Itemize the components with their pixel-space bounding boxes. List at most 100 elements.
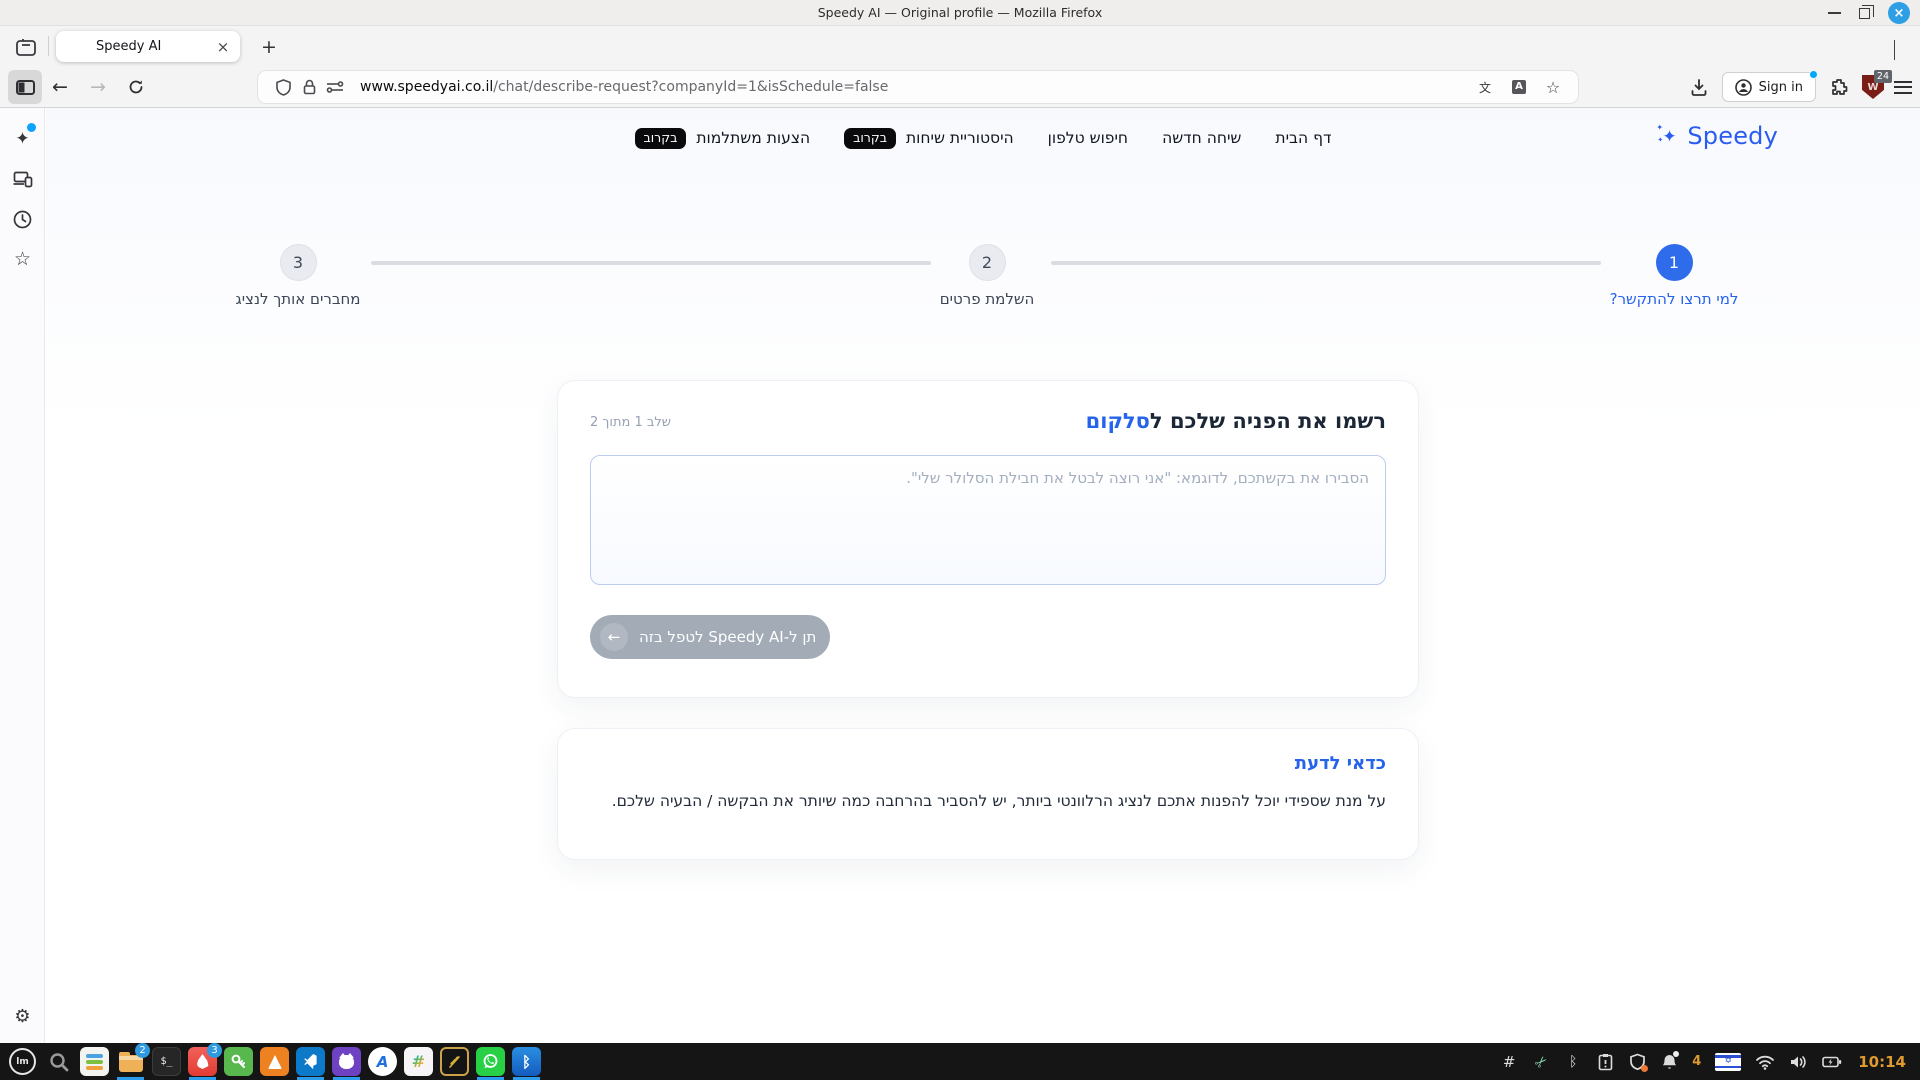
volume-button[interactable] <box>1789 1050 1808 1074</box>
terminal-button[interactable]: $_ <box>152 1047 181 1076</box>
nav-item-phone-search[interactable]: חיפוש טלפון <box>1048 128 1128 149</box>
a-tool-button[interactable]: A <box>368 1047 397 1076</box>
logo-sparkles-icon: ✦ ✦ ✦ <box>1656 123 1682 149</box>
sidebar-toggle-button[interactable] <box>8 70 42 104</box>
submit-row: תן ל-Speedy AI לטפל בזה ← <box>590 615 1386 659</box>
bluetooth-app-button[interactable]: ᛒ <box>512 1047 541 1076</box>
vscode-icon <box>303 1054 319 1070</box>
vlc-cone-icon <box>268 1055 282 1069</box>
slack-tray-icon: # <box>1503 1053 1516 1071</box>
flame-icon <box>197 1054 209 1069</box>
tab-bar: Speedy AI × + <box>0 26 1920 66</box>
vlc-button[interactable] <box>260 1047 289 1076</box>
tracking-protection-shield-icon[interactable] <box>270 74 296 100</box>
info-card: כדאי לדעת על מנת שספידי יוכל להפנות אתכם… <box>557 728 1419 860</box>
notification-count: 4 <box>1692 1054 1701 1069</box>
translate-page-icon[interactable]: A <box>1506 74 1532 100</box>
page-content: ✦ ✦ ✦ Speedy דף הבית שיחה חדשה חיפוש טלפ… <box>46 108 1920 1043</box>
whatsapp-button[interactable] <box>476 1047 505 1076</box>
close-button[interactable]: × <box>1888 2 1910 24</box>
adblock-extension-button[interactable]: W 24 <box>1862 75 1884 99</box>
gear-icon: ⚙ <box>14 1006 30 1027</box>
scissors-icon: ✂ <box>1530 1051 1552 1073</box>
battery-button[interactable] <box>1822 1050 1842 1074</box>
sidebar-settings-button[interactable]: ⚙ <box>0 999 45 1033</box>
search-icon <box>49 1052 69 1072</box>
vscode-button[interactable] <box>296 1047 325 1076</box>
translate-icon[interactable]: 文 <box>1472 74 1498 100</box>
bookmarks-sidebar-button[interactable]: ☆ <box>0 242 45 276</box>
new-tab-button[interactable]: + <box>256 35 282 59</box>
step-number: 3 <box>280 244 317 281</box>
start-menu-button[interactable]: lm <box>8 1047 37 1076</box>
devices-icon <box>13 171 33 188</box>
step-2-complete-details: 2 השלמת פרטים <box>857 244 1117 308</box>
stepper-connector <box>371 261 931 265</box>
minimize-button[interactable] <box>1828 12 1841 14</box>
tab-speedy-ai[interactable]: Speedy AI × <box>56 31 240 62</box>
url-text[interactable]: www.speedyai.co.il/chat/describe-request… <box>360 79 1472 95</box>
url-bar[interactable]: www.speedyai.co.il/chat/describe-request… <box>258 71 1578 103</box>
firefox-view-button[interactable] <box>10 35 42 59</box>
restore-button[interactable] <box>1859 8 1870 19</box>
security-shield-button[interactable] <box>1628 1050 1646 1074</box>
bluetooth-tray-button[interactable]: ᛒ <box>1564 1050 1582 1074</box>
flame-app-button[interactable]: 3 <box>188 1047 217 1076</box>
flag-star-icon: ✡ <box>1724 1057 1732 1066</box>
clipboard-alert-button[interactable] <box>1596 1050 1614 1074</box>
taskbar: lm 2 $_ 3 <box>0 1043 1920 1080</box>
back-button[interactable]: ← <box>44 70 76 104</box>
browser-toolbar: ← → www.speedyai.co.il/chat/describe-req… <box>0 66 1920 108</box>
tab-divider <box>48 36 49 56</box>
wifi-button[interactable] <box>1755 1050 1775 1074</box>
firefox-sidebar: ✦ ☆ ⚙ <box>0 108 45 1043</box>
wheat-game-button[interactable] <box>440 1047 469 1076</box>
key-icon <box>230 1053 247 1070</box>
flame-app-badge: 3 <box>207 1043 222 1058</box>
downloads-button[interactable] <box>1686 74 1712 100</box>
layers-icon <box>86 1054 103 1070</box>
request-description-textarea[interactable] <box>590 455 1386 585</box>
app-menu-button[interactable] <box>1894 81 1912 94</box>
sign-in-button[interactable]: Sign in <box>1722 72 1816 102</box>
window-titlebar: Speedy AI — Original profile — Mozilla F… <box>0 0 1920 26</box>
window-title: Speedy AI — Original profile — Mozilla F… <box>818 5 1102 20</box>
puzzle-icon <box>1830 78 1848 96</box>
clipboard-manager-button[interactable]: ✂ <box>1532 1050 1550 1074</box>
permissions-icon[interactable] <box>322 74 348 100</box>
lock-icon[interactable] <box>296 74 322 100</box>
list-all-tabs-button[interactable] <box>1894 40 1910 52</box>
tab-close-icon[interactable]: × <box>212 36 234 58</box>
toolbar-right-cluster: Sign in W 24 <box>1686 70 1912 104</box>
history-sidebar-button[interactable] <box>0 202 45 236</box>
notifications-button[interactable] <box>1660 1050 1678 1074</box>
step-label: השלמת פרטים <box>940 290 1035 308</box>
github-desktop-button[interactable] <box>332 1047 361 1076</box>
bookmark-star-icon[interactable]: ☆ <box>1540 74 1566 100</box>
file-manager-button[interactable]: 2 <box>116 1047 145 1076</box>
nav-item-deals[interactable]: הצעות משתלמותבקרוב <box>635 128 811 149</box>
password-manager-button[interactable] <box>224 1047 253 1076</box>
search-button[interactable] <box>44 1047 73 1076</box>
request-title: רשמו את הפניה שלכם לסלקום <box>1086 409 1386 433</box>
request-card-header: רשמו את הפניה שלכם לסלקום שלב 1 מתוך 2 <box>590 409 1386 433</box>
layers-app-button[interactable] <box>80 1047 109 1076</box>
nav-item-home[interactable]: דף הבית <box>1275 128 1331 149</box>
reload-button[interactable] <box>120 70 152 104</box>
progress-stepper: 1 למי תרצו להתקשר? 2 השלמת פרטים 3 מחברי… <box>46 244 1920 336</box>
slack-tray-button[interactable]: # <box>1500 1050 1518 1074</box>
extensions-button[interactable] <box>1826 74 1852 100</box>
step-label: למי תרצו להתקשר? <box>1610 290 1739 308</box>
arrow-left-icon: ← <box>600 623 628 651</box>
keyboard-layout-flag[interactable]: ✡ <box>1715 1053 1741 1071</box>
slack-button[interactable]: # <box>404 1047 433 1076</box>
site-logo[interactable]: ✦ ✦ ✦ Speedy <box>1656 122 1778 150</box>
synced-tabs-sidebar-button[interactable] <box>0 162 45 196</box>
submit-request-button[interactable]: תן ל-Speedy AI לטפל בזה ← <box>590 615 830 659</box>
bluetooth-icon: ᛒ <box>522 1053 531 1071</box>
nav-item-call-history[interactable]: היסטוריית שיחותבקרוב <box>844 128 1014 149</box>
taskbar-clock[interactable]: 10:14 <box>1858 1053 1906 1071</box>
account-avatar-icon <box>1735 79 1752 96</box>
nav-item-new-call[interactable]: שיחה חדשה <box>1162 128 1241 149</box>
ai-chatbot-sidebar-button[interactable]: ✦ <box>0 122 45 156</box>
